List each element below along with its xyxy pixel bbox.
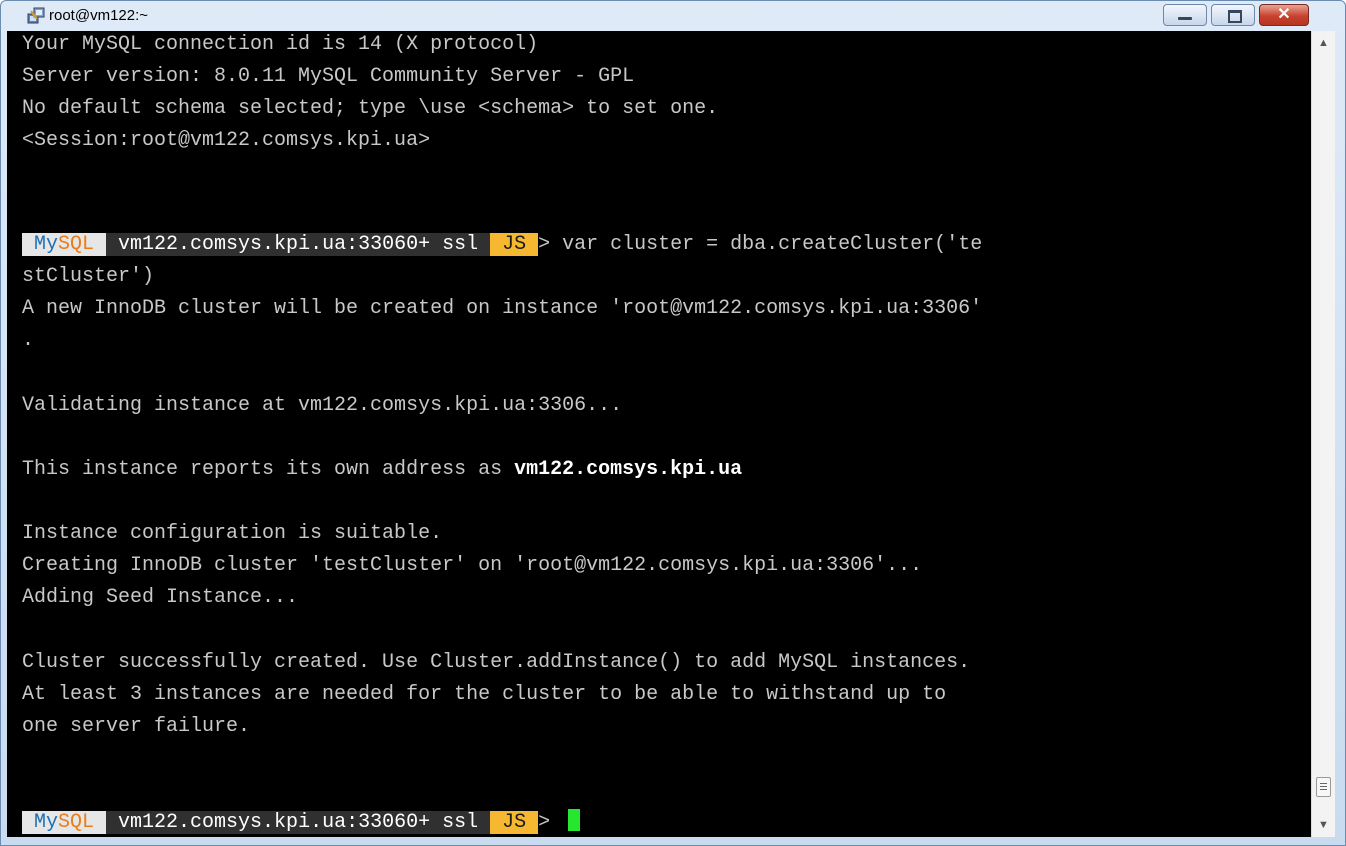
js-mode-badge: JS: [490, 233, 539, 256]
output-line: Adding Seed Instance...: [22, 586, 299, 609]
output-line: Your MySQL connection id is 14 (X protoc…: [22, 33, 539, 56]
output-line: .: [22, 329, 35, 352]
prompt-caret: >: [538, 233, 563, 256]
output-line: No default schema selected; type \use <s…: [22, 97, 719, 120]
output-line: Server version: 8.0.11 MySQL Community S…: [22, 65, 635, 88]
window-bottom-border: [1, 837, 1345, 845]
text-cursor[interactable]: [568, 809, 581, 831]
host-address: vm122.comsys.kpi.ua: [514, 458, 743, 481]
output-line: Validating instance at vm122.comsys.kpi.…: [22, 394, 623, 417]
close-icon: ✕: [1277, 6, 1291, 23]
mysql-prompt-badge: MySQL: [22, 811, 107, 834]
output-line: Cluster successfully created. Use Cluste…: [22, 651, 971, 674]
output-line: Creating InnoDB cluster 'testCluster' on…: [22, 554, 923, 577]
output-line: <Session:root@vm122.comsys.kpi.ua>: [22, 129, 431, 152]
putty-icon: [27, 7, 45, 24]
prompt-caret: >: [538, 811, 563, 834]
output-line: one server failure.: [22, 715, 251, 738]
prompt-line: MySQL vm122.comsys.kpi.ua:33060+ ssl JS …: [22, 231, 982, 259]
title-bar[interactable]: root@vm122:~ ✕: [1, 1, 1345, 31]
maximize-button[interactable]: [1211, 4, 1255, 26]
scroll-up-arrow-icon[interactable]: ▲: [1312, 33, 1335, 53]
terminal-output[interactable]: Your MySQL connection id is 14 (X protoc…: [7, 31, 1311, 837]
window-title: root@vm122:~: [49, 7, 149, 24]
output-line: At least 3 instances are needed for the …: [22, 683, 947, 706]
maximize-icon: [1228, 10, 1242, 23]
vertical-scrollbar[interactable]: ▲ ▼: [1311, 31, 1335, 837]
output-line: This instance reports its own address as…: [22, 458, 743, 481]
minimize-icon: [1178, 17, 1192, 20]
scroll-down-arrow-icon[interactable]: ▼: [1312, 815, 1335, 835]
command-text: var cluster = dba.createCluster('te: [562, 233, 983, 256]
output-line: stCluster'): [22, 265, 155, 288]
minimize-button[interactable]: [1163, 4, 1207, 26]
terminal-window: root@vm122:~ ✕ Your MySQL connection id …: [0, 0, 1346, 846]
host-badge: vm122.comsys.kpi.ua:33060+ ssl: [106, 811, 491, 834]
close-button[interactable]: ✕: [1259, 4, 1309, 26]
output-line: Instance configuration is suitable.: [22, 522, 443, 545]
host-badge: vm122.comsys.kpi.ua:33060+ ssl: [106, 233, 491, 256]
js-mode-badge: JS: [490, 811, 539, 834]
output-line: A new InnoDB cluster will be created on …: [22, 297, 983, 320]
mysql-prompt-badge: MySQL: [22, 233, 107, 256]
prompt-line[interactable]: MySQL vm122.comsys.kpi.ua:33060+ ssl JS …: [22, 809, 581, 837]
scrollbar-thumb[interactable]: [1316, 777, 1331, 797]
